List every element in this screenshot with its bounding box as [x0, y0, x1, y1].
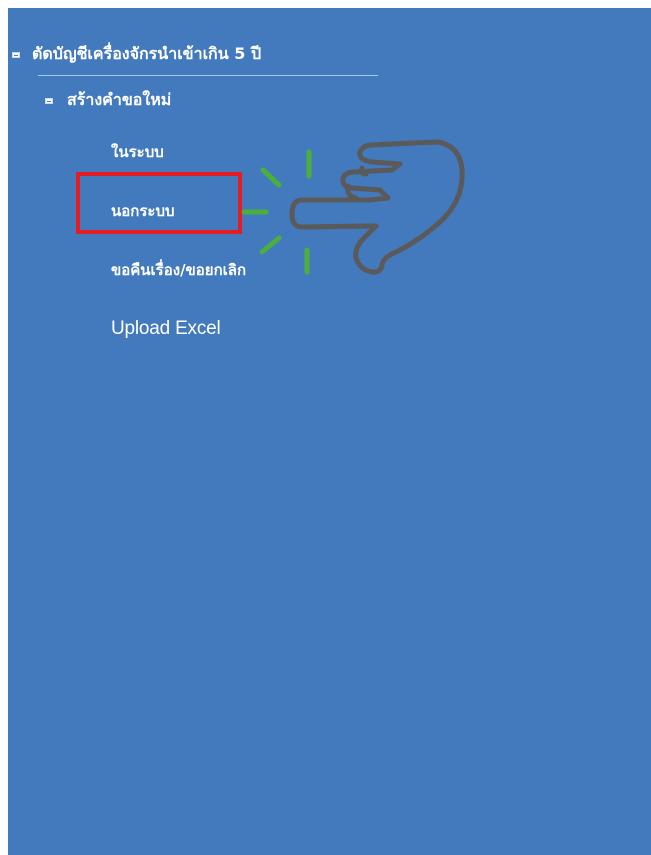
menu-item-return-cancel[interactable]: ขอคืนเรื่อง/ขอยกเลิก: [111, 258, 246, 282]
click-burst-icon: [241, 149, 312, 275]
menu-group-header[interactable]: ตัดบัญชีเครื่องจักรนำเข้าเกิน 5 ปี: [12, 42, 261, 67]
group-divider: [38, 75, 378, 76]
collapse-icon[interactable]: [12, 51, 20, 58]
page-frame: ตัดบัญชีเครื่องจักรนำเข้าเกิน 5 ปี สร้าง…: [0, 0, 651, 855]
menu-item-in-system[interactable]: ในระบบ: [111, 140, 164, 164]
highlight-box: [76, 172, 242, 234]
menu-subgroup-title: สร้างคำขอใหม่: [67, 90, 172, 109]
menu-group-title: ตัดบัญชีเครื่องจักรนำเข้าเกิน 5 ปี: [32, 44, 262, 63]
menu-item-upload-excel[interactable]: Upload Excel: [111, 318, 221, 340]
pointing-hand-icon: [241, 139, 465, 275]
collapse-icon[interactable]: [45, 97, 53, 104]
menu-subgroup-header[interactable]: สร้างคำขอใหม่: [45, 88, 171, 113]
